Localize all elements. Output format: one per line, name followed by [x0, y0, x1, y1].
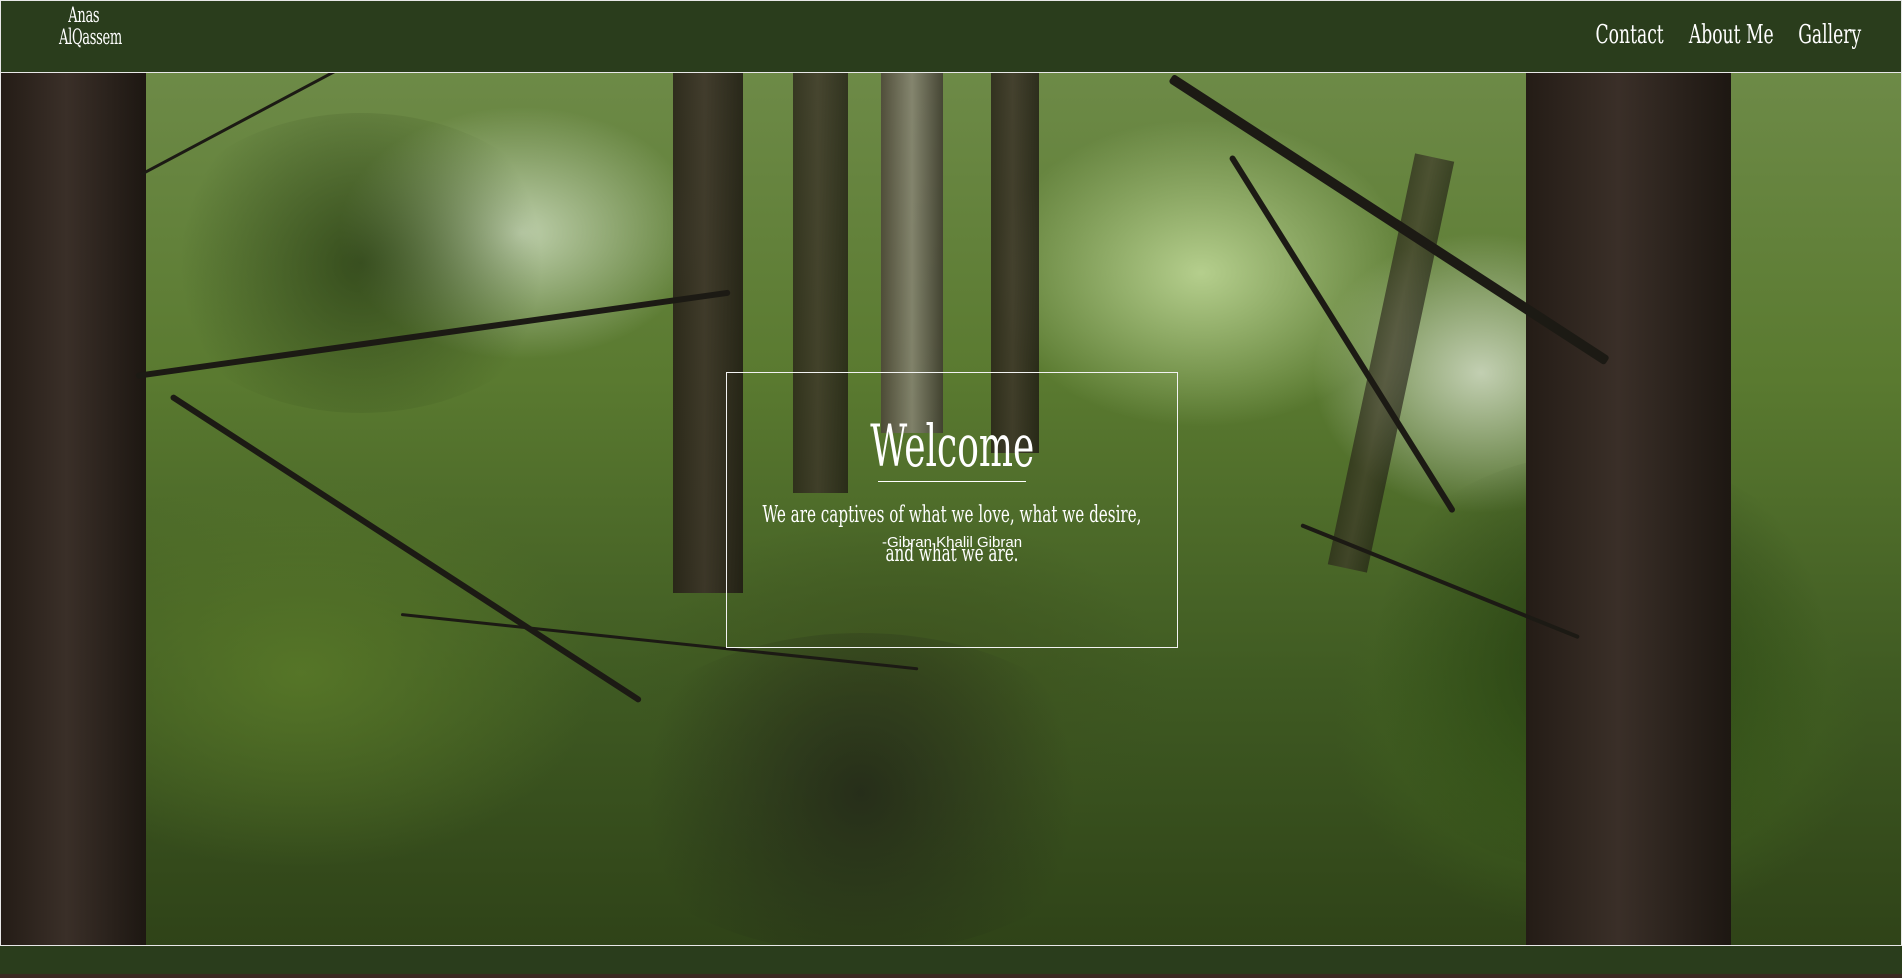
quote-text: We are captives of what we love, what we… [762, 502, 1142, 567]
nav-link-contact[interactable]: Contact [1595, 19, 1663, 51]
welcome-heading: Welcome [870, 412, 1034, 480]
tree-branch [169, 393, 643, 704]
logo-last-name: AlQassem [59, 25, 122, 49]
heading-divider [878, 481, 1026, 482]
page-bottom-edge [0, 974, 1902, 978]
tree-trunk [1, 73, 146, 945]
main-nav: Contact About Me Gallery [1578, 19, 1877, 51]
tree-trunk [1526, 73, 1731, 945]
welcome-quote-card: Welcome We are captives of what we love,… [726, 372, 1178, 648]
footer-bar [0, 946, 1902, 974]
foliage-cluster [601, 633, 1121, 945]
logo-first-name: Anas [68, 3, 100, 27]
nav-link-about-me[interactable]: About Me [1689, 19, 1774, 51]
top-navbar: Anas AlQassem Contact About Me Gallery [0, 0, 1902, 72]
site-logo[interactable]: Anas AlQassem [59, 3, 122, 49]
hero-forest-background: Welcome We are captives of what we love,… [0, 72, 1902, 946]
nav-link-gallery[interactable]: Gallery [1798, 19, 1861, 51]
